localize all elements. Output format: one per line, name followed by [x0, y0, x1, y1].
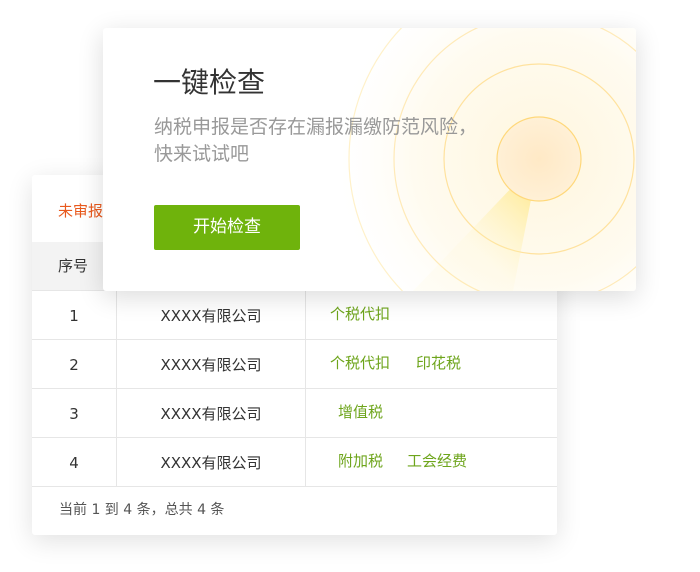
start-check-button[interactable]: 开始检查: [154, 205, 300, 250]
row-index: 1: [32, 291, 117, 339]
one-click-check-card: 一键检查 纳税申报是否存在漏报漏缴防范风险， 快来试试吧 开始检查: [103, 28, 636, 291]
row-tags: 个税代扣: [306, 291, 556, 339]
tax-tag-link[interactable]: 附加税: [338, 438, 383, 484]
table-row: 1 XXXX有限公司 个税代扣: [32, 291, 557, 340]
row-company: XXXX有限公司: [117, 389, 306, 437]
row-tags: 附加税 工会经费: [306, 438, 556, 486]
tax-tag-link[interactable]: 工会经费: [407, 438, 467, 484]
promo-subtitle-line: 快来试试吧: [154, 143, 250, 165]
promo-subtitle: 纳税申报是否存在漏报漏缴防范风险， 快来试试吧: [154, 114, 554, 168]
tab-unfiled[interactable]: 未审报: [58, 201, 103, 221]
row-index: 3: [32, 389, 117, 437]
tax-tag-link[interactable]: 印花税: [416, 340, 461, 386]
tax-tag-link[interactable]: 个税代扣: [330, 340, 390, 386]
tax-tag-link[interactable]: 个税代扣: [330, 291, 390, 337]
page-title: 一键检查: [153, 66, 266, 99]
row-company: XXXX有限公司: [117, 291, 306, 339]
table-row: 4 XXXX有限公司 附加税 工会经费: [32, 438, 557, 487]
table-row: 2 XXXX有限公司 个税代扣 印花税: [32, 340, 557, 389]
column-header-index: 序号: [58, 257, 89, 275]
pagination-summary: 当前 1 到 4 条，总共 4 条: [59, 502, 225, 518]
table-row: 3 XXXX有限公司 增值税: [32, 389, 557, 438]
row-index: 4: [32, 438, 117, 486]
tax-tag-link[interactable]: 增值税: [338, 389, 383, 435]
row-tags: 增值税: [306, 389, 556, 437]
row-company: XXXX有限公司: [117, 438, 306, 486]
row-index: 2: [32, 340, 117, 388]
row-tags: 个税代扣 印花税: [306, 340, 556, 388]
stage: 未审报 序号 1 XXXX有限公司 个税代扣 2 XXXX有限公司 个税代扣 印…: [0, 0, 700, 572]
promo-subtitle-line: 纳税申报是否存在漏报漏缴防范风险，: [154, 116, 478, 138]
row-company: XXXX有限公司: [117, 340, 306, 388]
